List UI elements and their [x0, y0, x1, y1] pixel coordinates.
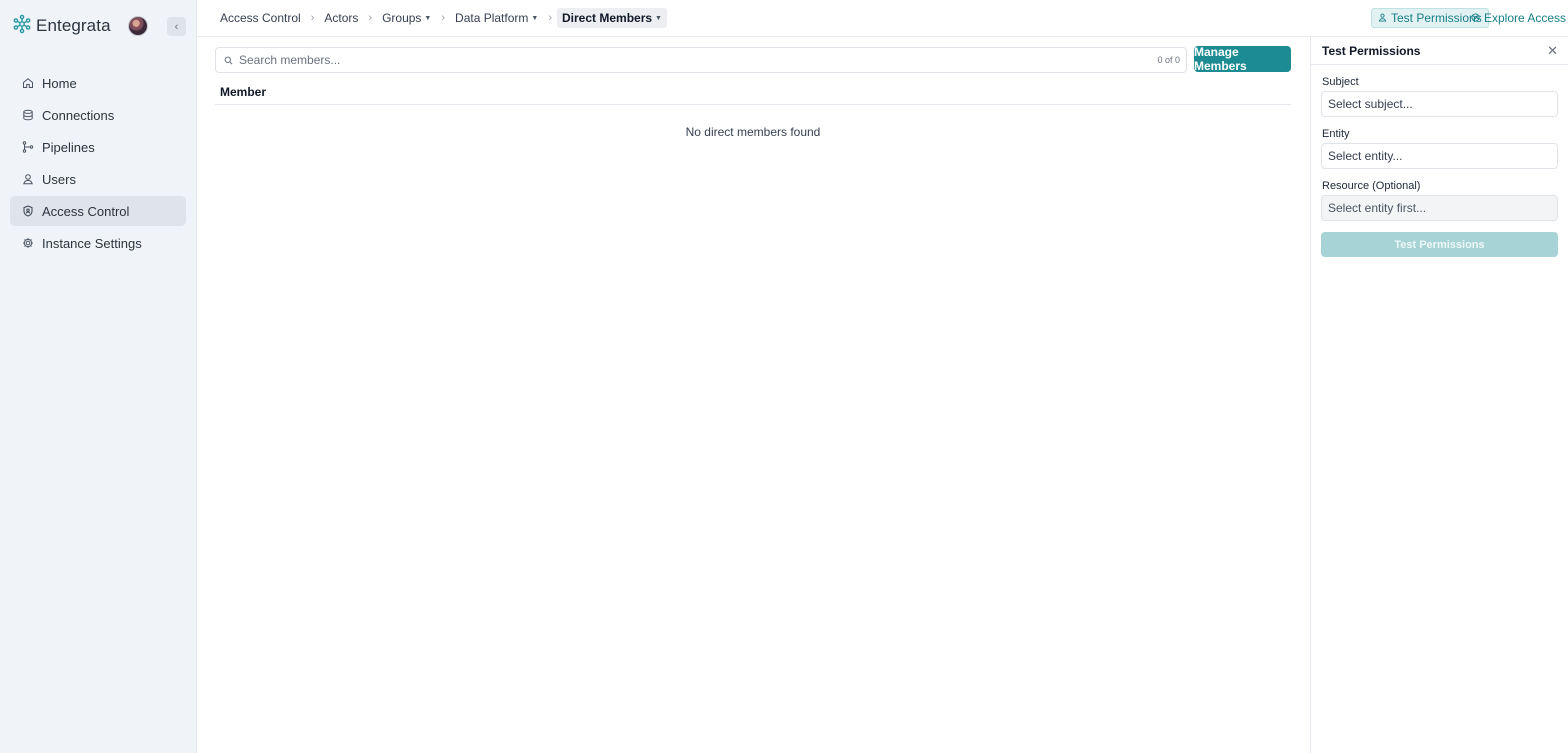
test-permissions-panel: Test Permissions ✕ Subject Select subjec… [1310, 37, 1568, 753]
sidebar-item-label: Users [42, 171, 76, 187]
breadcrumb-access-control[interactable]: Access Control [215, 8, 306, 28]
sidebar-item-label: Home [42, 75, 77, 91]
search-input[interactable] [239, 53, 1158, 67]
breadcrumb-label: Actors [324, 11, 359, 25]
column-header-label: Member [220, 85, 267, 99]
manage-members-button[interactable]: Manage Members [1194, 45, 1291, 73]
sidebar-item-label: Pipelines [42, 139, 95, 155]
sidebar-item-pipelines[interactable]: Pipelines [10, 132, 186, 162]
sidebar-item-label: Connections [42, 107, 115, 123]
main-content: 0 of 0 Manage Members Member No direct m… [197, 37, 1310, 753]
resource-select: Select entity first... [1321, 195, 1558, 221]
result-count: 0 of 0 [1157, 55, 1180, 65]
sidebar-item-home[interactable]: Home [10, 68, 186, 98]
chevron-left-icon: ‹ [174, 20, 179, 33]
sidebar-item-users[interactable]: Users [10, 164, 186, 194]
breadcrumb-separator-icon: › [310, 12, 315, 24]
panel-header: Test Permissions ✕ [1311, 37, 1568, 65]
explore-access-label: Explore Access [1484, 11, 1567, 25]
breadcrumb-label: Access Control [220, 11, 301, 25]
pipeline-icon [22, 141, 34, 153]
sidebar-item-access-control[interactable]: Access Control [10, 196, 186, 226]
top-bar: Access Control › Actors › Groups ▼ › Dat… [197, 0, 1568, 37]
avatar[interactable] [128, 16, 148, 36]
sidebar-nav: Home Connections Pipelines Users Access … [10, 68, 186, 260]
column-header-member[interactable]: Member [215, 85, 1291, 105]
caret-down-icon: ▼ [531, 14, 539, 22]
breadcrumb-label: Groups [382, 11, 422, 25]
entity-label: Entity [1322, 128, 1350, 140]
brand-logo[interactable]: Entegrata [12, 14, 111, 37]
collapse-sidebar-button[interactable]: ‹ [167, 17, 186, 36]
breadcrumb-label: Direct Members [562, 11, 653, 25]
sidebar-item-label: Instance Settings [42, 235, 142, 251]
sidebar-item-label: Access Control [42, 203, 130, 219]
user-check-icon [1378, 11, 1387, 25]
resource-placeholder: Select entity first... [1328, 201, 1427, 215]
breadcrumb-separator-icon: › [368, 12, 373, 24]
resource-label: Resource (Optional) [1322, 180, 1421, 192]
breadcrumb: Access Control › Actors › Groups ▼ › Dat… [215, 8, 667, 28]
snowflake-logo-icon [12, 14, 32, 37]
breadcrumb-actors[interactable]: Actors [319, 8, 363, 28]
caret-down-icon: ▼ [655, 14, 662, 22]
breadcrumb-separator-icon: › [548, 12, 552, 24]
subject-select[interactable]: Select subject... [1321, 91, 1558, 117]
compass-icon [1471, 11, 1480, 25]
explore-access-link[interactable]: Explore Access [1471, 11, 1566, 25]
shield-icon [22, 205, 34, 217]
sidebar-item-instance-settings[interactable]: Instance Settings [10, 228, 186, 258]
brand-name: Entegrata [36, 15, 111, 35]
breadcrumb-groups[interactable]: Groups ▼ [377, 8, 436, 28]
entity-placeholder: Select entity... [1328, 149, 1403, 163]
panel-title: Test Permissions [1322, 43, 1421, 58]
subject-label: Subject [1322, 76, 1359, 88]
sidebar-item-connections[interactable]: Connections [10, 100, 186, 130]
database-icon [22, 109, 34, 121]
close-icon[interactable]: ✕ [1547, 43, 1558, 59]
user-icon [22, 173, 34, 185]
subject-placeholder: Select subject... [1328, 97, 1413, 111]
caret-down-icon: ▼ [424, 14, 432, 22]
sidebar: Entegrata ‹ Home Connections Pipelines U… [0, 0, 197, 753]
breadcrumb-data-platform[interactable]: Data Platform ▼ [450, 8, 543, 28]
entity-select[interactable]: Select entity... [1321, 143, 1558, 169]
home-icon [22, 77, 34, 89]
member-search[interactable]: 0 of 0 [215, 47, 1187, 73]
test-permissions-label: Test Permissions [1391, 11, 1482, 25]
breadcrumb-direct-members[interactable]: Direct Members ▼ [557, 8, 667, 28]
test-permissions-submit-button[interactable]: Test Permissions [1321, 232, 1558, 257]
empty-state-message: No direct members found [685, 125, 821, 139]
gear-icon [22, 237, 34, 249]
breadcrumb-label: Data Platform [455, 11, 529, 25]
breadcrumb-separator-icon: › [441, 12, 446, 24]
search-icon [224, 53, 233, 68]
